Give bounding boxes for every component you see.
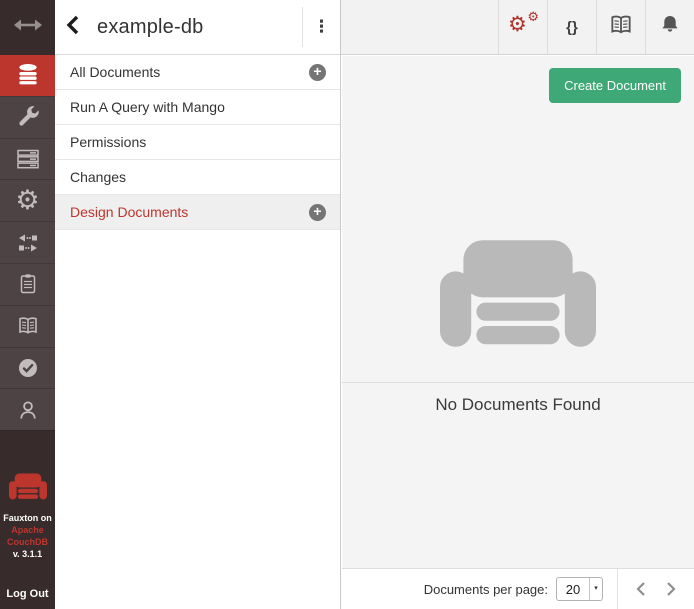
create-document-button[interactable]: Create Document xyxy=(549,68,681,103)
couchdb-logo-icon xyxy=(9,473,47,505)
nav-item-changes[interactable]: Changes xyxy=(55,160,340,195)
pagination-footer: Documents per page: 20 ▾ xyxy=(342,568,694,609)
database-nav-list: All Documents + Run A Query with Mango P… xyxy=(55,55,341,609)
chevron-right-icon xyxy=(665,581,677,597)
back-chevron-icon xyxy=(65,14,80,41)
bell-icon xyxy=(658,13,682,42)
api-url-button[interactable]: {} xyxy=(547,0,596,54)
page-title: example-db xyxy=(89,16,302,39)
nav-item-label: All Documents xyxy=(70,64,309,80)
chevron-left-icon xyxy=(635,581,647,597)
sidebar-item-verify[interactable] xyxy=(0,348,55,390)
previous-page-button[interactable] xyxy=(628,576,654,602)
sidebar-collapse-button[interactable] xyxy=(0,0,55,55)
per-page-value: 20 xyxy=(557,582,589,597)
nav-item-mango-query[interactable]: Run A Query with Mango xyxy=(55,90,340,125)
header-icon-group: ⚙⚙ {} xyxy=(498,0,694,54)
primary-sidebar: ⚙ xyxy=(0,0,55,609)
fauxton-label: Fauxton on xyxy=(3,512,52,524)
nav-item-all-documents[interactable]: All Documents + xyxy=(55,55,340,90)
database-header: example-db ⋮ xyxy=(55,0,341,55)
nav-item-label: Permissions xyxy=(70,134,326,150)
dropdown-arrow-icon: ▾ xyxy=(589,578,602,600)
sidebar-item-documentation[interactable] xyxy=(0,306,55,348)
notifications-button[interactable] xyxy=(645,0,694,54)
per-page-label: Documents per page: xyxy=(424,582,548,597)
config-sliders-icon xyxy=(15,147,41,171)
expand-collapse-icon xyxy=(13,17,43,38)
nav-item-label: Changes xyxy=(70,169,326,185)
sidebar-item-account[interactable] xyxy=(0,389,55,431)
documents-panel: Create Document No Documents Found Docum… xyxy=(342,56,694,609)
empty-couch-icon xyxy=(440,240,596,352)
nav-item-permissions[interactable]: Permissions xyxy=(55,125,340,160)
top-header: ⚙⚙ {} xyxy=(341,0,694,55)
apache-label[interactable]: Apache xyxy=(11,524,44,536)
content-divider xyxy=(342,382,694,383)
database-icon xyxy=(15,62,41,88)
sidebar-item-databases[interactable] xyxy=(0,55,55,97)
replication-icon xyxy=(16,231,40,255)
sidebar-item-replication[interactable] xyxy=(0,222,55,264)
add-design-document-button[interactable]: + xyxy=(309,204,326,221)
back-button[interactable] xyxy=(55,0,89,54)
json-braces-icon: {} xyxy=(566,19,578,36)
sidebar-item-settings[interactable]: ⚙ xyxy=(0,180,55,222)
clipboard-icon xyxy=(16,272,40,296)
gear-icon: ⚙ xyxy=(15,187,39,214)
sidebar-item-setup[interactable] xyxy=(0,97,55,139)
book-icon xyxy=(607,12,635,43)
couchdb-label[interactable]: CouchDB xyxy=(7,536,48,548)
nav-item-label: Run A Query with Mango xyxy=(70,99,326,115)
gears-icon: ⚙⚙ xyxy=(510,14,536,40)
check-circle-icon xyxy=(16,356,40,380)
sidebar-item-config[interactable] xyxy=(0,139,55,181)
add-document-button[interactable]: + xyxy=(309,64,326,81)
admin-party-button[interactable]: ⚙⚙ xyxy=(498,0,547,54)
fauxton-app: ⚙ xyxy=(0,0,694,609)
version-label: v. 3.1.1 xyxy=(13,549,42,559)
logout-link[interactable]: Log Out xyxy=(6,588,48,600)
sidebar-footer: Fauxton on Apache CouchDB v. 3.1.1 Log O… xyxy=(0,431,55,609)
documentation-button[interactable] xyxy=(596,0,645,54)
sidebar-item-active-tasks[interactable] xyxy=(0,264,55,306)
footer-divider xyxy=(617,569,618,609)
database-options-menu-button[interactable]: ⋮ xyxy=(303,0,340,54)
book-icon xyxy=(15,314,41,338)
wrench-icon xyxy=(16,105,40,129)
empty-state-message: No Documents Found xyxy=(342,395,694,415)
nav-item-design-documents[interactable]: Design Documents + xyxy=(55,195,340,230)
next-page-button[interactable] xyxy=(658,576,684,602)
user-icon xyxy=(16,398,40,422)
per-page-select[interactable]: 20 ▾ xyxy=(556,577,603,601)
nav-item-label: Design Documents xyxy=(70,204,309,220)
